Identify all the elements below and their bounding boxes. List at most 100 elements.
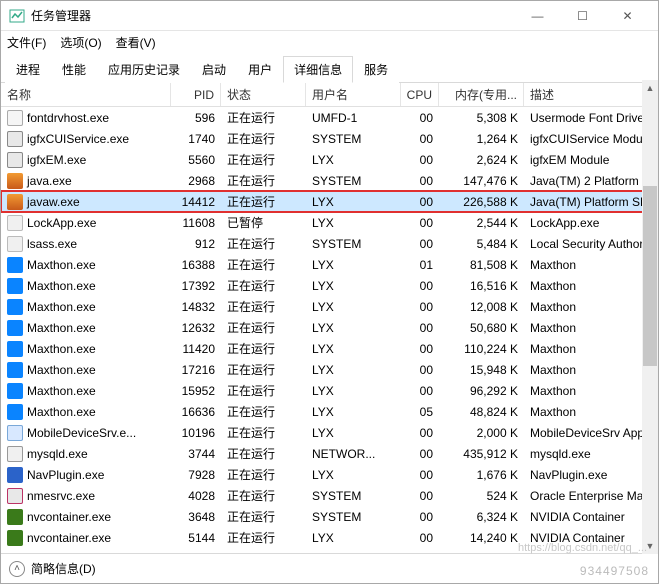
process-cpu: 00 [401, 506, 439, 527]
process-name: Maxthon.exe [27, 363, 96, 377]
process-icon [7, 488, 23, 504]
process-icon [7, 152, 23, 168]
process-name: Maxthon.exe [27, 258, 96, 272]
process-user: SYSTEM [306, 506, 401, 527]
tab-3[interactable]: 启动 [191, 56, 237, 83]
process-description: NVIDIA Container [524, 506, 658, 527]
process-description: Oracle Enterprise Ma... [524, 485, 658, 506]
process-user: NETWOR... [306, 443, 401, 464]
tab-2[interactable]: 应用历史记录 [97, 56, 191, 83]
process-icon [7, 383, 23, 399]
process-description: mysqld.exe [524, 443, 658, 464]
table-row[interactable]: LockApp.exe11608已暂停LYX002,544 KLockApp.e… [1, 212, 658, 233]
process-memory: 1,264 K [439, 128, 524, 149]
header-memory[interactable]: 内存(专用... [439, 83, 524, 106]
vertical-scrollbar[interactable]: ▲ ▼ [642, 80, 658, 554]
process-name: NavPlugin.exe [27, 468, 104, 482]
process-cpu: 00 [401, 338, 439, 359]
menu-options[interactable]: 选项(O) [60, 34, 101, 51]
process-description: Maxthon [524, 317, 658, 338]
chevron-up-icon[interactable]: ˄ [9, 561, 25, 577]
scroll-up-icon[interactable]: ▲ [642, 80, 658, 96]
process-name: MobileDeviceSrv.e... [27, 426, 136, 440]
fewer-details-link[interactable]: 简略信息(D) [31, 560, 96, 577]
process-memory: 5,484 K [439, 233, 524, 254]
process-name: igfxEM.exe [27, 153, 86, 167]
table-row[interactable]: NavPlugin.exe7928正在运行LYX001,676 KNavPlug… [1, 464, 658, 485]
process-memory: 2,000 K [439, 422, 524, 443]
tab-1[interactable]: 性能 [51, 56, 97, 83]
table-row[interactable]: lsass.exe912正在运行SYSTEM005,484 KLocal Sec… [1, 233, 658, 254]
maximize-button[interactable]: ☐ [560, 2, 605, 30]
header-status[interactable]: 状态 [221, 83, 306, 106]
process-memory: 50,680 K [439, 317, 524, 338]
menu-bar: 文件(F) 选项(O) 查看(V) [1, 31, 658, 53]
process-memory: 16,516 K [439, 275, 524, 296]
header-user[interactable]: 用户名 [306, 83, 401, 106]
tab-0[interactable]: 进程 [5, 56, 51, 83]
tab-6[interactable]: 服务 [353, 56, 399, 83]
table-row[interactable]: Maxthon.exe12632正在运行LYX0050,680 KMaxthon [1, 317, 658, 338]
process-status: 正在运行 [221, 485, 306, 506]
process-memory: 110,224 K [439, 338, 524, 359]
process-pid: 11420 [171, 338, 221, 359]
table-row[interactable]: Maxthon.exe15952正在运行LYX0096,292 KMaxthon [1, 380, 658, 401]
table-row[interactable]: Maxthon.exe11420正在运行LYX00110,224 KMaxtho… [1, 338, 658, 359]
column-headers: 名称 PID 状态 用户名 CPU 内存(专用... 描述 [1, 83, 658, 107]
table-row[interactable]: fontdrvhost.exe596正在运行UMFD-1005,308 KUse… [1, 107, 658, 128]
header-cpu[interactable]: CPU [401, 83, 439, 106]
process-name: Maxthon.exe [27, 300, 96, 314]
menu-view[interactable]: 查看(V) [116, 34, 156, 51]
process-description: Maxthon [524, 338, 658, 359]
table-row[interactable]: Maxthon.exe17392正在运行LYX0016,516 KMaxthon [1, 275, 658, 296]
tab-4[interactable]: 用户 [237, 56, 283, 83]
process-pid: 12632 [171, 317, 221, 338]
header-name[interactable]: 名称 [1, 83, 171, 106]
table-row[interactable]: mysqld.exe3744正在运行NETWOR...00435,912 Kmy… [1, 443, 658, 464]
process-user: LYX [306, 401, 401, 422]
process-user: LYX [306, 464, 401, 485]
table-row[interactable]: java.exe2968正在运行SYSTEM00147,476 KJava(TM… [1, 170, 658, 191]
process-name: nmesrvc.exe [27, 489, 95, 503]
minimize-button[interactable]: — [515, 2, 560, 30]
process-user: LYX [306, 359, 401, 380]
scroll-thumb[interactable] [643, 186, 657, 366]
header-description[interactable]: 描述 [524, 83, 658, 106]
process-status: 正在运行 [221, 380, 306, 401]
process-icon [7, 173, 23, 189]
table-row[interactable]: MobileDeviceSrv.e...10196正在运行LYX002,000 … [1, 422, 658, 443]
process-pid: 5560 [171, 149, 221, 170]
process-status: 已暂停 [221, 212, 306, 233]
process-user: LYX [306, 212, 401, 233]
process-name: igfxCUIService.exe [27, 132, 129, 146]
process-cpu: 00 [401, 170, 439, 191]
tab-5[interactable]: 详细信息 [283, 56, 353, 83]
process-status: 正在运行 [221, 359, 306, 380]
header-pid[interactable]: PID [171, 83, 221, 106]
menu-file[interactable]: 文件(F) [7, 34, 46, 51]
process-status: 正在运行 [221, 338, 306, 359]
table-row[interactable]: Maxthon.exe16636正在运行LYX0548,824 KMaxthon [1, 401, 658, 422]
process-status: 正在运行 [221, 191, 306, 212]
process-name: Maxthon.exe [27, 279, 96, 293]
process-cpu: 00 [401, 233, 439, 254]
table-row[interactable]: igfxCUIService.exe1740正在运行SYSTEM001,264 … [1, 128, 658, 149]
table-row[interactable]: igfxEM.exe5560正在运行LYX002,624 KigfxEM Mod… [1, 149, 658, 170]
table-row[interactable]: Maxthon.exe17216正在运行LYX0015,948 KMaxthon [1, 359, 658, 380]
process-user: LYX [306, 338, 401, 359]
process-name: Maxthon.exe [27, 321, 96, 335]
table-row[interactable]: Maxthon.exe14832正在运行LYX0012,008 KMaxthon [1, 296, 658, 317]
process-name: fontdrvhost.exe [27, 111, 109, 125]
close-button[interactable]: ✕ [605, 2, 650, 30]
process-pid: 3744 [171, 443, 221, 464]
process-cpu: 00 [401, 317, 439, 338]
process-user: LYX [306, 254, 401, 275]
table-row[interactable]: javaw.exe14412正在运行LYX00226,588 KJava(TM)… [1, 191, 658, 212]
process-icon [7, 257, 23, 273]
process-user: LYX [306, 527, 401, 548]
table-row[interactable]: nmesrvc.exe4028正在运行SYSTEM00524 KOracle E… [1, 485, 658, 506]
process-memory: 2,624 K [439, 149, 524, 170]
table-row[interactable]: Maxthon.exe16388正在运行LYX0181,508 KMaxthon [1, 254, 658, 275]
table-row[interactable]: nvcontainer.exe3648正在运行SYSTEM006,324 KNV… [1, 506, 658, 527]
process-user: LYX [306, 317, 401, 338]
